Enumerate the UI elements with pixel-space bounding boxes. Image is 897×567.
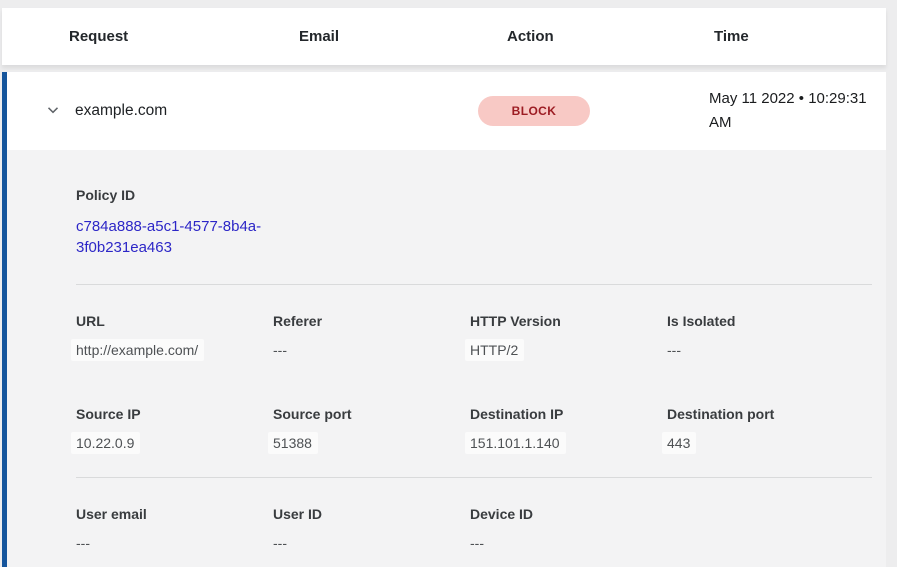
field-label: HTTP Version: [470, 313, 667, 329]
column-header-email: Email: [274, 28, 482, 45]
policy-id-block: Policy ID c784a888-a5c1-4577-8b4a-3f0b23…: [76, 187, 872, 258]
detail-row-connection-info: Source IP 10.22.0.9 Source port 51388 De…: [76, 406, 872, 453]
field-user-email: User email ---: [76, 506, 273, 553]
field-source-port: Source port 51388: [273, 406, 470, 453]
field-destination-ip: Destination IP 151.101.1.140: [470, 406, 667, 453]
request-cell: example.com: [44, 102, 269, 120]
field-label: Destination port: [667, 406, 872, 422]
chevron-down-icon: [45, 102, 61, 121]
time-cell: May 11 2022 • 10:29:31 AM: [684, 87, 874, 135]
field-value: ---: [273, 535, 287, 551]
field-label: Destination IP: [470, 406, 667, 422]
field-value: ---: [470, 535, 484, 551]
expanded-row-group: example.com BLOCK May 11 2022 • 10:29:31…: [2, 72, 886, 567]
collapse-row-button[interactable]: [44, 102, 62, 120]
field-device-id: Device ID ---: [470, 506, 667, 553]
field-referer: Referer ---: [273, 313, 470, 360]
policy-id-label: Policy ID: [76, 187, 872, 203]
column-header-time: Time: [689, 28, 886, 45]
column-header-action: Action: [482, 28, 689, 45]
request-domain: example.com: [75, 102, 167, 120]
field-value: 10.22.0.9: [71, 432, 140, 454]
divider: [76, 477, 872, 478]
field-value: ---: [667, 342, 681, 358]
field-is-isolated: Is Isolated ---: [667, 313, 872, 360]
field-label: URL: [76, 313, 273, 329]
field-destination-port: Destination port 443: [667, 406, 872, 453]
field-http-version: HTTP Version HTTP/2: [470, 313, 667, 360]
detail-row-user-info: User email --- User ID --- Device ID ---: [76, 506, 872, 553]
field-value: http://example.com/: [71, 339, 204, 361]
field-value: ---: [76, 535, 90, 551]
field-source-ip: Source IP 10.22.0.9: [76, 406, 273, 453]
column-header-request: Request: [44, 28, 274, 45]
field-value: ---: [273, 342, 287, 358]
divider: [76, 284, 872, 285]
action-cell: BLOCK: [477, 96, 684, 126]
field-label: User ID: [273, 506, 470, 522]
field-label: Referer: [273, 313, 470, 329]
table-header-row: Request Email Action Time: [2, 8, 886, 65]
field-value: HTTP/2: [465, 339, 524, 361]
field-label: User email: [76, 506, 273, 522]
request-log-table: Request Email Action Time example.com: [2, 8, 886, 567]
field-value: 151.101.1.140: [465, 432, 566, 454]
field-label: Source port: [273, 406, 470, 422]
field-url: URL http://example.com/: [76, 313, 273, 360]
status-badge-block: BLOCK: [478, 96, 590, 126]
field-value: 443: [662, 432, 696, 454]
table-row[interactable]: example.com BLOCK May 11 2022 • 10:29:31…: [7, 72, 886, 150]
page: Request Email Action Time example.com: [0, 0, 897, 567]
field-label: Source IP: [76, 406, 273, 422]
detail-row-request-info: URL http://example.com/ Referer --- HTTP…: [76, 313, 872, 360]
field-user-id: User ID ---: [273, 506, 470, 553]
field-label: Device ID: [470, 506, 667, 522]
row-details-panel: Policy ID c784a888-a5c1-4577-8b4a-3f0b23…: [7, 150, 886, 567]
field-value: 51388: [268, 432, 318, 454]
field-label: Is Isolated: [667, 313, 872, 329]
policy-id-link[interactable]: c784a888-a5c1-4577-8b4a-3f0b231ea463: [76, 216, 276, 258]
